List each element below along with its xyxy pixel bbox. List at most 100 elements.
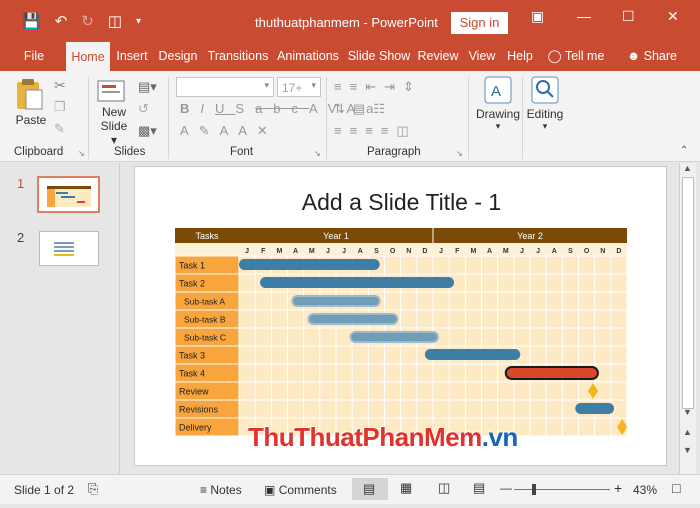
justify-icon[interactable]: ≡	[381, 123, 397, 138]
collapse-ribbon-icon[interactable]: ⌃	[680, 145, 688, 156]
clear-format-icon[interactable]: ✕	[257, 123, 278, 138]
chevron-down-icon: ▾	[264, 80, 269, 90]
zoom-out-icon[interactable]: —	[500, 481, 512, 495]
tab-animations[interactable]: Animations	[276, 41, 340, 71]
normal-view-button[interactable]: ▤	[352, 478, 388, 500]
group-label-font: Font	[230, 146, 254, 158]
font-size-combo[interactable]: 17+ ▾	[277, 77, 321, 97]
reset-icon[interactable]: ↺	[138, 101, 149, 117]
copy-icon[interactable]: ❐	[54, 99, 66, 115]
lightbulb-icon: ◯	[547, 49, 562, 63]
vertical-scrollbar[interactable]: ▲ ▼ ▲ ▼	[679, 163, 696, 474]
scroll-up-icon[interactable]: ▲	[683, 163, 692, 173]
divider	[522, 77, 523, 159]
align-row: ≡≡≡≡◫	[334, 123, 417, 139]
font-family-combo[interactable]: ▾	[176, 77, 274, 97]
tab-home[interactable]: Home	[66, 42, 110, 71]
gantt-row-label: Task 2	[179, 279, 205, 289]
align-center-icon[interactable]: ≡	[350, 123, 366, 138]
scroll-thumb[interactable]	[682, 177, 694, 409]
highlight-icon[interactable]: ✎	[199, 123, 220, 138]
close-icon[interactable]: ✕	[667, 8, 679, 25]
smartart-icon[interactable]: ☷	[373, 101, 393, 116]
tab-transitions[interactable]: Transitions	[206, 41, 270, 71]
quick-access-toolbar: 💾 ↶ ↻ ◫ ▾	[22, 12, 141, 32]
present-icon[interactable]: ◫	[108, 12, 122, 32]
section-icon[interactable]: ▩▾	[138, 123, 157, 139]
gantt-svg: Tasks Year 1 Year 2 J F M A M J J A S O N D J F M A M J J A S O N…	[174, 228, 628, 437]
tab-file[interactable]: File	[14, 41, 54, 71]
gantt-row-label: Task 4	[179, 369, 205, 379]
gantt-row-label: Delivery	[179, 423, 212, 433]
zoom-slider[interactable]	[514, 489, 610, 490]
tab-view[interactable]: View	[465, 41, 499, 71]
increase-indent-icon[interactable]: ⇥	[384, 79, 403, 94]
comments-button[interactable]: ▣ Comments	[264, 483, 337, 497]
list-row: ≡≡⇤⇥⇕	[334, 79, 422, 95]
slide-title[interactable]: Add a Slide Title - 1	[135, 189, 668, 216]
dialog-launcher-icon[interactable]: ↘	[456, 149, 463, 158]
minimize-icon[interactable]: —	[577, 8, 591, 24]
font-color-icon[interactable]: A	[180, 123, 199, 138]
spellcheck-icon[interactable]: ⎘	[88, 481, 98, 497]
gantt-month-label: A	[358, 248, 363, 255]
ribbon-display-icon[interactable]: ▣	[531, 8, 544, 25]
normal-view-icon: ▤	[363, 481, 376, 496]
new-slide-button[interactable]: New Slide ▾	[96, 77, 132, 147]
tab-insert[interactable]: Insert	[112, 41, 152, 71]
notes-button[interactable]: ≡ Notes	[200, 483, 242, 497]
slide-number: 2	[17, 230, 25, 245]
paste-button[interactable]: Paste	[14, 77, 48, 137]
italic-icon[interactable]: I	[200, 101, 215, 116]
shrink-font-icon[interactable]: A	[238, 123, 257, 138]
underline-icon[interactable]: U	[215, 101, 235, 116]
bold-icon[interactable]: B	[180, 101, 200, 116]
tab-design[interactable]: Design	[156, 41, 200, 71]
tell-me-search[interactable]: ◯ Tell me	[546, 41, 606, 71]
cut-icon[interactable]: ✂	[54, 77, 66, 94]
align-left-icon[interactable]: ≡	[334, 123, 350, 138]
customize-qat-icon[interactable]: ▾	[136, 12, 141, 32]
tab-help[interactable]: Help	[504, 41, 536, 71]
layout-icon[interactable]: ▤▾	[138, 79, 157, 95]
fit-to-window-icon[interactable]: □	[672, 480, 680, 496]
slide-thumbnail-2[interactable]	[39, 231, 99, 266]
tab-review[interactable]: Review	[416, 41, 460, 71]
line-spacing-icon[interactable]: ⇕	[403, 79, 422, 94]
gantt-chart[interactable]: Tasks Year 1 Year 2 J F M A M J J A S O N D J F M A M J J A S O N…	[174, 228, 630, 441]
drawing-button[interactable]: A Drawing ▾	[476, 75, 520, 141]
shadow-icon[interactable]: S	[235, 101, 255, 116]
decrease-indent-icon[interactable]: ⇤	[365, 79, 384, 94]
tab-slide-show[interactable]: Slide Show	[347, 41, 411, 71]
align-text-icon[interactable]: ▤	[353, 101, 373, 116]
sign-in-button[interactable]: Sign in	[451, 12, 508, 34]
slide-sorter-icon[interactable]: ▦	[400, 480, 412, 496]
current-slide[interactable]: Add a Slide Title - 1 Tasks Year 1 Year 2 J…	[134, 166, 667, 466]
numbering-icon[interactable]: ≡	[350, 79, 366, 94]
slide-thumbnail-1[interactable]	[37, 176, 100, 213]
bullets-icon[interactable]: ≡	[334, 79, 350, 94]
previous-slide-icon[interactable]: ▲	[683, 427, 692, 437]
editing-button[interactable]: Editing ▾	[526, 75, 564, 141]
text-direction-icon[interactable]: ⇅	[334, 101, 353, 116]
align-right-icon[interactable]: ≡	[365, 123, 381, 138]
dialog-launcher-icon[interactable]: ↘	[78, 149, 85, 158]
grow-font-icon[interactable]: A	[220, 123, 239, 138]
strike-icon[interactable]: abc	[255, 101, 309, 116]
reading-view-icon[interactable]: ◫	[438, 480, 450, 496]
format-painter-icon[interactable]: ✎	[54, 121, 65, 137]
scroll-down-icon[interactable]: ▼	[683, 407, 692, 417]
zoom-level[interactable]: 43%	[633, 483, 657, 497]
maximize-icon[interactable]: ☐	[622, 8, 635, 25]
clipboard-icon	[17, 79, 43, 110]
redo-icon[interactable]: ↻	[81, 12, 94, 32]
columns-icon[interactable]: ◫	[396, 123, 416, 138]
save-icon[interactable]: 💾	[22, 12, 41, 32]
next-slide-icon[interactable]: ▼	[683, 445, 692, 455]
dialog-launcher-icon[interactable]: ↘	[314, 149, 321, 158]
zoom-in-icon[interactable]: +	[614, 480, 622, 496]
share-button[interactable]: ☻ Share	[622, 41, 682, 71]
undo-icon[interactable]: ↶	[55, 12, 68, 32]
slideshow-icon[interactable]: ▤	[473, 480, 485, 496]
zoom-slider-thumb[interactable]	[532, 484, 536, 495]
